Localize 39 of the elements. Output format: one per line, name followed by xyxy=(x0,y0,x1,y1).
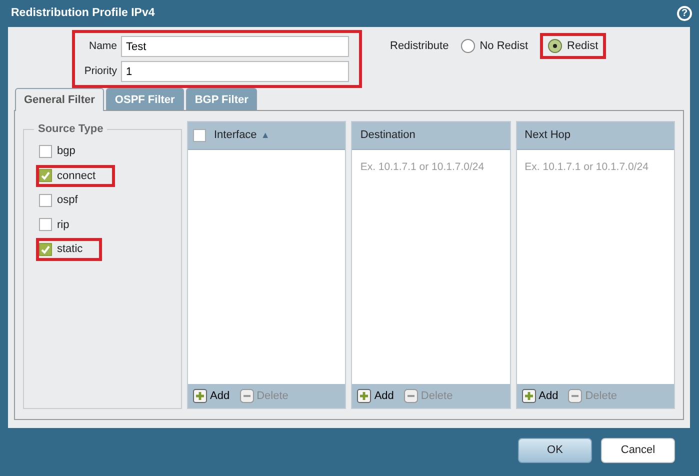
ok-button[interactable]: OK xyxy=(518,438,592,462)
add-button[interactable]: Add xyxy=(522,388,558,404)
checkbox[interactable] xyxy=(39,218,52,232)
placeholder-text: Ex. 10.1.7.1 or 10.1.7.0/24 xyxy=(360,161,484,173)
column-header[interactable]: Next Hop xyxy=(524,127,571,144)
radio-button[interactable] xyxy=(548,39,562,53)
checkbox-option[interactable]: connect xyxy=(36,164,115,187)
group-title: Source Type xyxy=(34,121,108,138)
text-field[interactable]: Test xyxy=(121,36,349,57)
redistribute-label: Redistribute xyxy=(390,38,449,54)
radio-option[interactable]: Redist xyxy=(540,32,606,60)
minus-icon xyxy=(568,389,582,403)
checkbox-option[interactable]: static xyxy=(36,238,102,260)
checkbox[interactable] xyxy=(39,169,52,182)
radio-option[interactable]: No Redist xyxy=(452,32,536,60)
window-title: Redistribution Profile IPv4 xyxy=(11,6,155,21)
column-header[interactable]: Interface xyxy=(214,127,257,144)
minus-icon xyxy=(404,389,418,403)
plus-icon xyxy=(357,389,372,403)
field-label: Name xyxy=(88,38,117,54)
text-field[interactable]: 1 xyxy=(121,61,349,82)
field-label: Priority xyxy=(83,64,117,79)
select-all-checkbox[interactable] xyxy=(193,129,206,142)
tab[interactable]: General Filter xyxy=(15,88,104,111)
plus-icon xyxy=(522,389,536,403)
checkbox[interactable] xyxy=(39,144,52,158)
radio-button[interactable] xyxy=(460,39,475,53)
checkbox-option[interactable]: bgp xyxy=(36,140,94,162)
cancel-button[interactable]: Cancel xyxy=(601,438,675,462)
checkbox-option[interactable]: ospf xyxy=(36,189,97,212)
help-icon[interactable]: ? xyxy=(677,6,692,21)
placeholder-text: Ex. 10.1.7.1 or 10.1.7.0/24 xyxy=(524,161,648,173)
plus-icon xyxy=(193,389,207,403)
checkbox-option[interactable]: rip xyxy=(36,214,88,236)
add-button[interactable]: Add xyxy=(193,388,230,404)
checkbox[interactable] xyxy=(39,194,52,207)
checkbox[interactable] xyxy=(39,242,52,256)
minus-icon xyxy=(240,389,254,403)
add-button[interactable]: Add xyxy=(357,388,394,404)
